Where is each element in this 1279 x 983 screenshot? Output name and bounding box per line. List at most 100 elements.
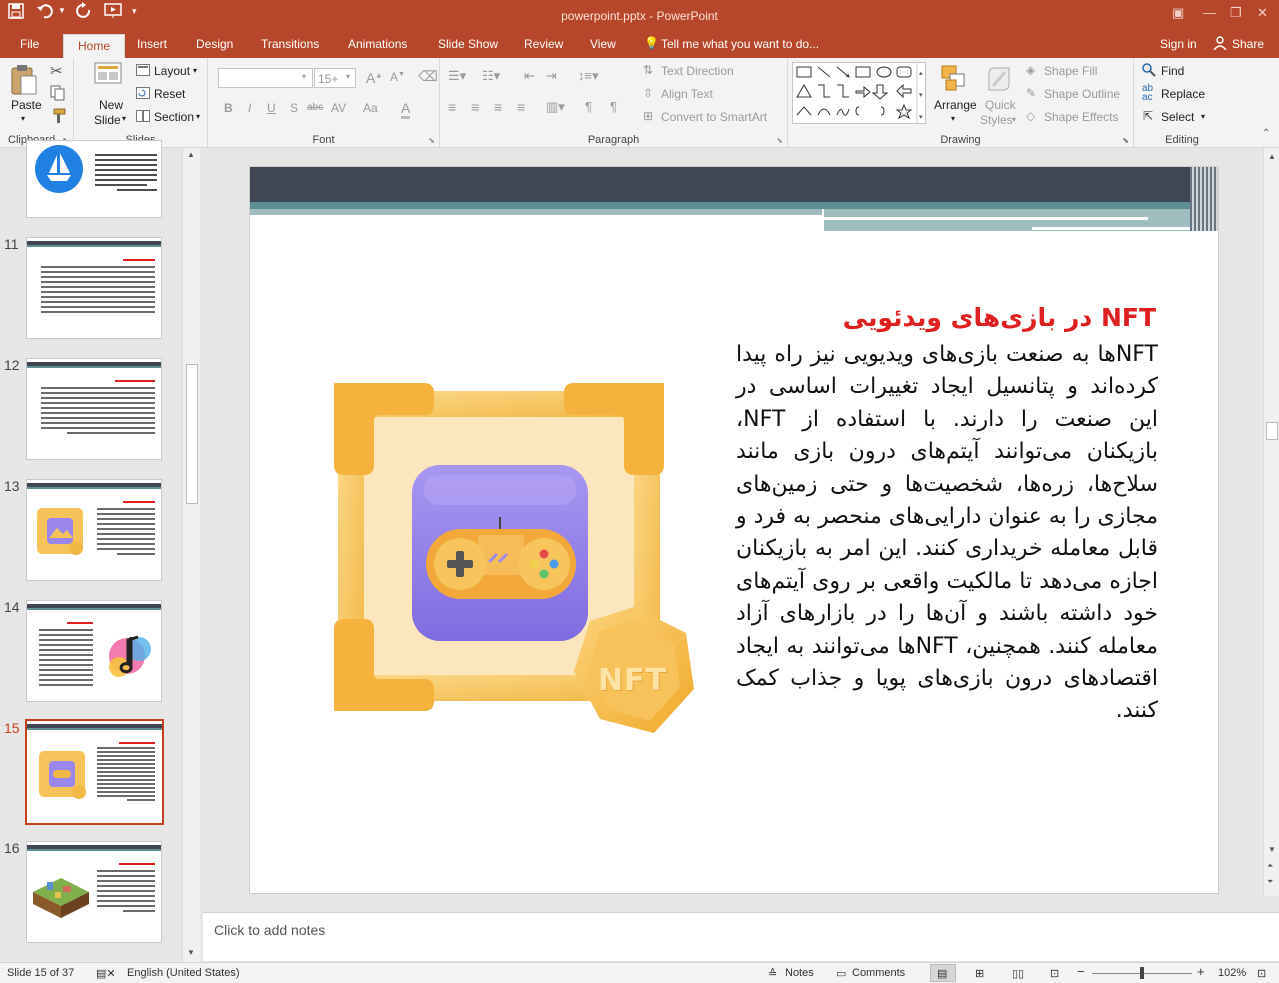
shape-effects-icon[interactable]: ◇	[1026, 109, 1035, 123]
tell-me-input[interactable]: Tell me what you want to do...	[661, 37, 819, 51]
zoom-in-button[interactable]: +	[1197, 964, 1205, 979]
share-button[interactable]: Share	[1232, 37, 1264, 51]
scroll-down-icon[interactable]: ▼	[187, 948, 195, 957]
character-spacing-button[interactable]: AV	[331, 101, 346, 115]
slideshow-view-icon[interactable]: ⊡	[1050, 967, 1059, 980]
font-name-input[interactable]	[218, 68, 313, 88]
collapse-ribbon-icon[interactable]: ⌃	[1262, 128, 1270, 139]
section-icon[interactable]	[136, 110, 150, 125]
select-icon[interactable]: ⇱	[1143, 109, 1153, 123]
convert-to-smartart-button[interactable]: Convert to SmartArt	[661, 110, 767, 124]
font-color-button[interactable]: A	[401, 100, 411, 119]
columns-icon[interactable]: ▥▾	[546, 99, 565, 115]
clear-formatting-icon[interactable]: ⌫	[418, 68, 438, 85]
paragraph-launcher-icon[interactable]: ⬊	[776, 136, 783, 145]
tab-design[interactable]: Design	[196, 37, 233, 51]
select-button[interactable]: Select	[1161, 110, 1194, 124]
shape-outline-button[interactable]: Shape Outline	[1044, 87, 1120, 101]
line-spacing-icon[interactable]: ↕≡▾	[578, 68, 599, 84]
increase-indent-icon[interactable]: ⇥	[546, 68, 557, 84]
slide-body-text[interactable]: NFTها به صنعت بازی‌های ویدیویی نیز راه پ…	[736, 339, 1158, 728]
justify-icon[interactable]: ≡	[517, 99, 525, 115]
change-case-button[interactable]: Aa	[363, 101, 378, 115]
smartart-icon[interactable]: ⊞	[643, 109, 653, 123]
tab-file[interactable]: File	[20, 37, 39, 51]
language-indicator[interactable]: English (United States)	[127, 967, 240, 979]
text-direction-icon[interactable]: ⇅	[643, 63, 653, 77]
close-icon[interactable]: ✕	[1257, 5, 1268, 21]
numbering-icon[interactable]: ☷▾	[482, 68, 500, 84]
decrease-indent-icon[interactable]: ⇤	[524, 68, 535, 84]
tab-view[interactable]: View	[590, 37, 616, 51]
scroll-up-icon[interactable]: ▲	[187, 150, 195, 159]
reading-view-icon[interactable]: ▯▯	[1012, 967, 1024, 980]
align-text-icon[interactable]: ⇳	[643, 86, 653, 100]
tab-animations[interactable]: Animations	[348, 37, 407, 51]
strikethrough-button[interactable]: abc	[307, 102, 323, 113]
new-slide-button[interactable]: New	[99, 98, 123, 112]
quick-styles-button[interactable]: Quick	[985, 98, 1016, 112]
align-left-icon[interactable]: ≡	[448, 99, 456, 115]
quick-styles-icon[interactable]	[985, 64, 1015, 97]
section-button[interactable]: Section	[154, 110, 194, 124]
shrink-font-icon[interactable]: A▼	[390, 70, 405, 84]
rtl-icon[interactable]: ¶	[610, 99, 617, 114]
notes-pane[interactable]: Click to add notes	[203, 912, 1279, 961]
slide-thumbnail-11[interactable]	[26, 237, 162, 339]
quick-styles-button-line2[interactable]: Styles	[980, 113, 1013, 127]
arrange-button[interactable]: Arrange	[934, 98, 977, 112]
slide-thumbnail-12[interactable]	[26, 358, 162, 460]
shape-outline-icon[interactable]: ✎	[1026, 86, 1036, 100]
slide-sorter-icon[interactable]: ⊞	[975, 967, 984, 980]
bold-button[interactable]: B	[224, 101, 233, 115]
slide-heading[interactable]: NFT در بازی‌های ویدئویی	[843, 303, 1156, 332]
cut-icon[interactable]: ✂	[50, 62, 63, 80]
shape-fill-button[interactable]: Shape Fill	[1044, 64, 1097, 78]
layout-button[interactable]: Layout	[154, 64, 190, 78]
reset-icon[interactable]	[136, 87, 150, 102]
tab-review[interactable]: Review	[524, 37, 563, 51]
layout-dropdown-icon[interactable]: ▾	[193, 66, 197, 75]
copy-icon[interactable]	[50, 85, 66, 104]
comments-icon[interactable]: ▭	[836, 967, 846, 980]
find-icon[interactable]	[1142, 63, 1156, 80]
shadow-button[interactable]: S	[290, 101, 298, 115]
tab-home[interactable]: Home	[63, 34, 126, 58]
new-slide-button-line2[interactable]: Slide	[94, 113, 121, 127]
fit-to-window-icon[interactable]: ⊡	[1257, 967, 1266, 980]
grow-font-icon[interactable]: A▲	[366, 70, 382, 86]
comments-button[interactable]: Comments	[852, 967, 905, 979]
zoom-out-button[interactable]: −	[1077, 964, 1085, 979]
restore-icon[interactable]: ❐	[1230, 5, 1242, 21]
slide-canvas[interactable]: NFT NFT در بازی‌های ویدئویی NFTها به صنع…	[249, 166, 1219, 894]
slide-scroll-up-icon[interactable]: ▲	[1268, 152, 1276, 161]
normal-view-icon[interactable]: ▤	[937, 967, 947, 980]
share-icon[interactable]	[1213, 36, 1227, 53]
italic-button[interactable]: I	[248, 101, 251, 115]
slide-thumbnail-14[interactable]	[26, 600, 162, 702]
previous-slide-icon[interactable]: ⏶	[1267, 861, 1273, 871]
minimize-icon[interactable]: —	[1203, 5, 1216, 20]
layout-icon[interactable]	[136, 64, 150, 79]
thumbnail-scroll-thumb[interactable]	[186, 364, 198, 504]
ribbon-display-options-icon[interactable]: ▣	[1172, 5, 1184, 21]
font-size-dropdown-icon[interactable]: ▾	[346, 72, 350, 81]
slide-scroll-thumb[interactable]	[1266, 422, 1278, 440]
font-launcher-icon[interactable]: ⬊	[428, 136, 435, 145]
new-slide-dropdown-icon[interactable]: ▾	[122, 114, 126, 123]
tab-slide-show[interactable]: Slide Show	[438, 37, 498, 51]
tab-transitions[interactable]: Transitions	[261, 37, 319, 51]
reset-button[interactable]: Reset	[154, 87, 185, 101]
align-text-button[interactable]: Align Text	[661, 87, 713, 101]
select-dropdown-icon[interactable]: ▾	[1201, 112, 1205, 121]
slide-scroll-down-icon[interactable]: ▼	[1268, 845, 1276, 854]
arrange-dropdown-icon[interactable]: ▾	[951, 114, 955, 123]
paste-button[interactable]: Paste	[11, 98, 42, 112]
slide-thumbnail-10[interactable]	[26, 140, 162, 218]
align-right-icon[interactable]: ≡	[494, 99, 502, 115]
paste-dropdown-icon[interactable]: ▾	[21, 114, 25, 123]
underline-button[interactable]: U	[267, 101, 276, 115]
shapes-gallery[interactable]: ▴ ▾ ▾	[792, 62, 926, 124]
zoom-slider-thumb[interactable]	[1140, 967, 1144, 979]
bullets-icon[interactable]: ☰▾	[448, 68, 466, 84]
